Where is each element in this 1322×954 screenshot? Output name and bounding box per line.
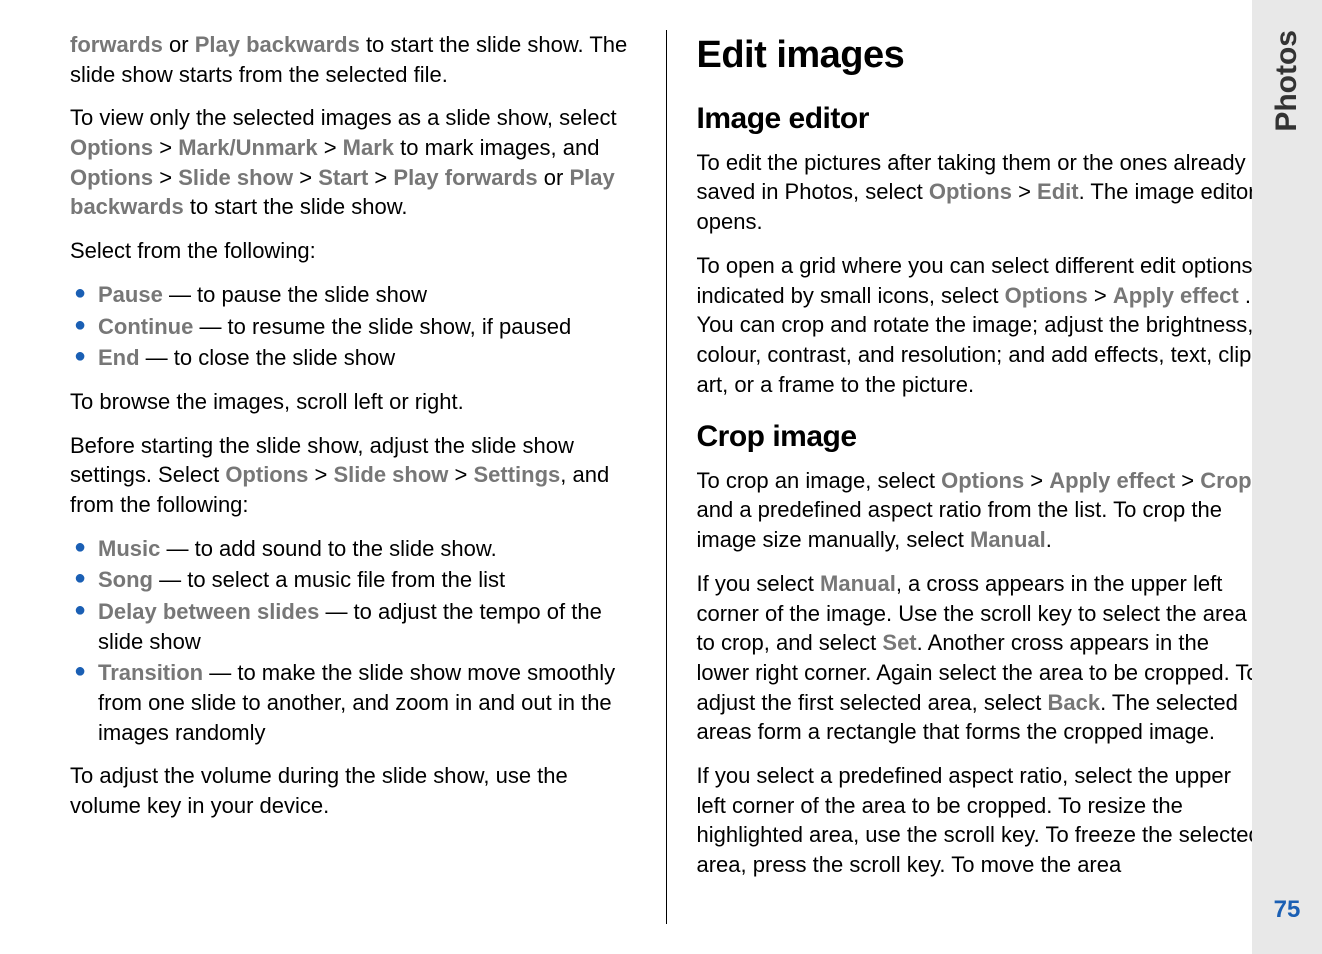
body-text: Select from the following: (70, 238, 316, 263)
body-text: > (1088, 283, 1113, 308)
menu-option: Slide show (334, 462, 449, 487)
para: If you select a predefined aspect ratio,… (697, 761, 1263, 880)
menu-option: Play backwards (195, 32, 360, 57)
menu-option: Options (225, 462, 308, 487)
para: To view only the selected images as a sl… (70, 103, 636, 222)
menu-option: Mark (343, 135, 394, 160)
bullet-list: Pause — to pause the slide showContinue … (70, 280, 636, 373)
page-body: forwards or Play backwards to start the … (0, 0, 1322, 954)
body-text: — to resume the slide show, if paused (193, 314, 571, 339)
list-item: Song — to select a music file from the l… (70, 565, 636, 595)
menu-option: Options (70, 165, 153, 190)
menu-option: Settings (474, 462, 561, 487)
menu-option: Manual (970, 527, 1046, 552)
menu-option: forwards (70, 32, 163, 57)
menu-option: Mark/Unmark (178, 135, 317, 160)
body-text: to start the slide show. (184, 194, 408, 219)
menu-option: Song (98, 567, 153, 592)
para: To open a grid where you can select diff… (697, 251, 1263, 399)
right-column: Edit images Image editor To edit the pic… (667, 30, 1283, 924)
list-item: Transition — to make the slide show move… (70, 658, 636, 747)
body-text: to mark images, and (394, 135, 599, 160)
heading-edit-images: Edit images (697, 30, 1263, 81)
menu-option: Slide show (178, 165, 293, 190)
left-column: forwards or Play backwards to start the … (50, 30, 667, 924)
list-item: Music — to add sound to the slide show. (70, 534, 636, 564)
menu-option: Options (941, 468, 1024, 493)
body-text: — to select a music file from the list (153, 567, 505, 592)
body-text: If you select (697, 571, 821, 596)
para: If you select Manual, a cross appears in… (697, 569, 1263, 747)
menu-option: End (98, 345, 140, 370)
menu-option: Set (882, 630, 916, 655)
menu-option: Options (929, 179, 1012, 204)
body-text: To adjust the volume during the slide sh… (70, 763, 568, 818)
body-text: > (153, 165, 178, 190)
para: Before starting the slide show, adjust t… (70, 431, 636, 520)
body-text: — to pause the slide show (163, 282, 427, 307)
menu-option: Delay between slides (98, 599, 319, 624)
body-text: > (1175, 468, 1200, 493)
menu-option: Pause (98, 282, 163, 307)
menu-option: Crop (1200, 468, 1251, 493)
para: To browse the images, scroll left or rig… (70, 387, 636, 417)
body-text: > (308, 462, 333, 487)
menu-option: Continue (98, 314, 193, 339)
bullet-list: Music — to add sound to the slide show.S… (70, 534, 636, 748)
para: To crop an image, select Options > Apply… (697, 466, 1263, 555)
menu-option: Start (318, 165, 368, 190)
body-text: To view only the selected images as a sl… (70, 105, 617, 130)
list-item: Delay between slides — to adjust the tem… (70, 597, 636, 656)
para: forwards or Play backwards to start the … (70, 30, 636, 89)
body-text: To crop an image, select (697, 468, 942, 493)
body-text: To browse the images, scroll left or rig… (70, 389, 464, 414)
menu-option: Music (98, 536, 160, 561)
body-text: > (1024, 468, 1049, 493)
menu-option: Edit (1037, 179, 1079, 204)
menu-option: Apply effect (1113, 283, 1239, 308)
body-text: or (538, 165, 570, 190)
body-text: > (448, 462, 473, 487)
body-text: > (368, 165, 393, 190)
body-text: If you select a predefined aspect ratio,… (697, 763, 1261, 877)
list-item: Pause — to pause the slide show (70, 280, 636, 310)
body-text: — to add sound to the slide show. (160, 536, 496, 561)
menu-option: Options (1005, 283, 1088, 308)
para: To edit the pictures after taking them o… (697, 148, 1263, 237)
sidebar: Photos 75 (1252, 0, 1322, 954)
menu-option: Play forwards (393, 165, 537, 190)
section-label: Photos (1270, 30, 1304, 132)
list-item: Continue — to resume the slide show, if … (70, 312, 636, 342)
body-text: — to close the slide show (140, 345, 396, 370)
heading-crop-image: Crop image (697, 417, 1263, 458)
para: To adjust the volume during the slide sh… (70, 761, 636, 820)
body-text: > (153, 135, 178, 160)
page-number: 75 (1274, 896, 1301, 924)
body-text: > (1012, 179, 1037, 204)
para: Select from the following: (70, 236, 636, 266)
heading-image-editor: Image editor (697, 99, 1263, 140)
menu-option: Apply effect (1049, 468, 1175, 493)
menu-option: Options (70, 135, 153, 160)
body-text: or (163, 32, 195, 57)
body-text: > (318, 135, 343, 160)
menu-option: Transition (98, 660, 203, 685)
list-item: End — to close the slide show (70, 343, 636, 373)
menu-option: Manual (820, 571, 896, 596)
body-text: > (293, 165, 318, 190)
body-text: . (1046, 527, 1052, 552)
menu-option: Back (1047, 690, 1100, 715)
